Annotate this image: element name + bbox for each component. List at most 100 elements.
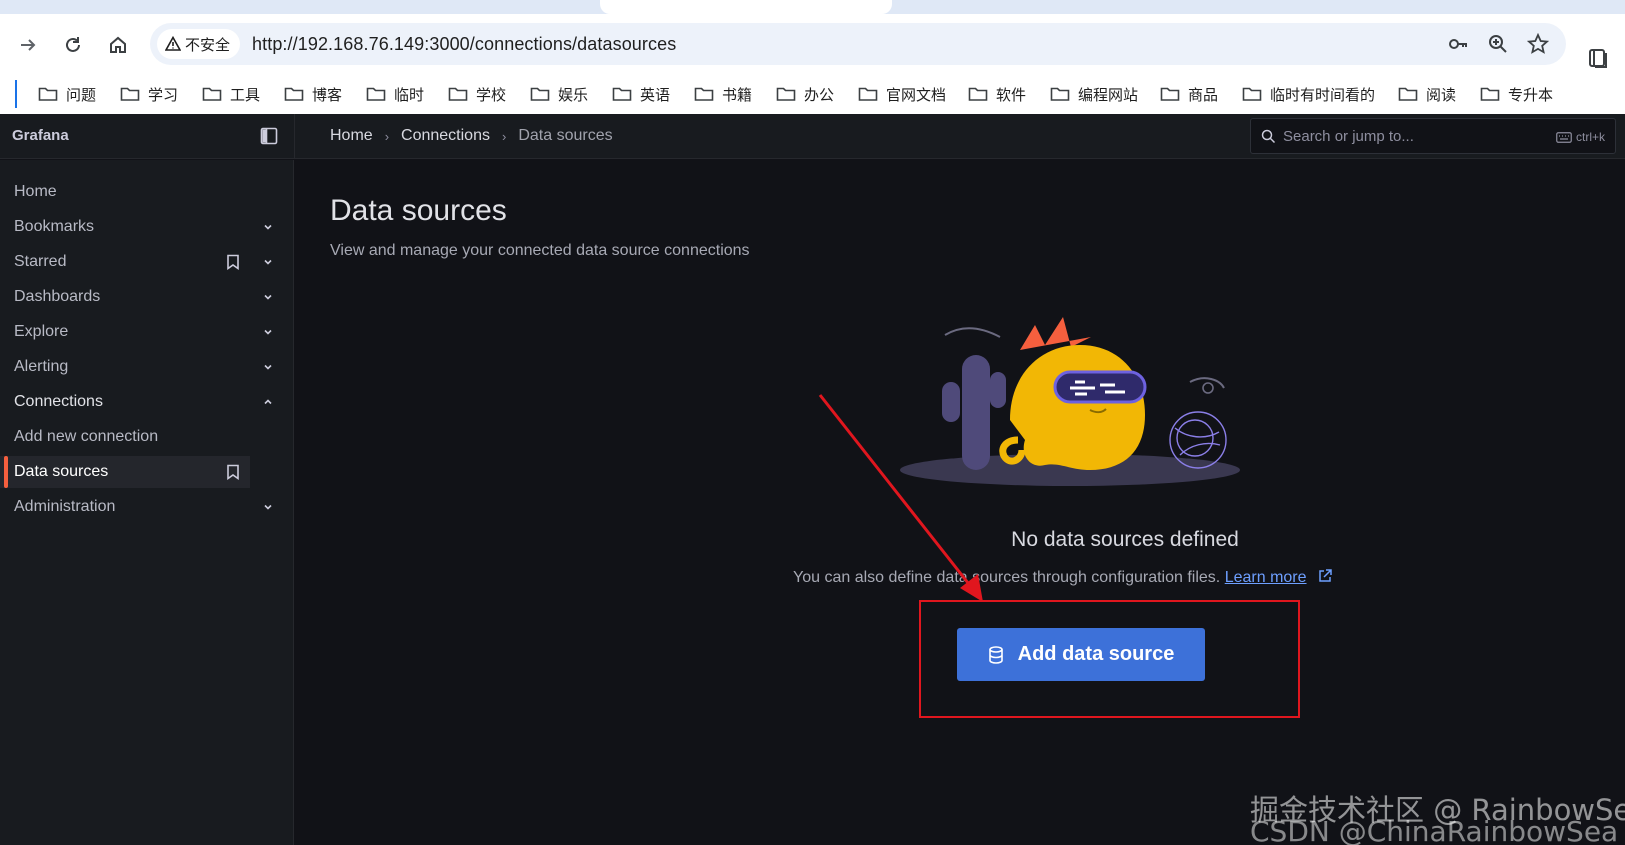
- breadcrumb-home[interactable]: Home: [330, 127, 373, 145]
- grafana-topbar: Grafana Home › Connections › Data source…: [0, 114, 1625, 159]
- chevron-down-icon[interactable]: [262, 326, 274, 338]
- sidebar: Home Bookmarks Starred Dashboards Explor…: [0, 160, 294, 845]
- bookmark-folder[interactable]: 软件: [968, 82, 1026, 106]
- sidebar-item-administration[interactable]: Administration: [0, 491, 272, 523]
- sidebar-item-label: Alerting: [14, 358, 69, 375]
- keyboard-icon: [1556, 131, 1572, 143]
- sidebar-item-home[interactable]: Home: [0, 176, 250, 208]
- annotation-highlight-box: [919, 600, 1300, 718]
- bookmark-folder[interactable]: 商品: [1160, 82, 1218, 106]
- password-key-icon[interactable]: [1446, 32, 1470, 56]
- page-subtitle: View and manage your connected data sour…: [330, 242, 750, 259]
- folder-icon: [366, 87, 386, 101]
- folder-icon: [1398, 87, 1418, 101]
- sidebar-item-dashboards[interactable]: Dashboards: [0, 281, 272, 313]
- bookmark-folder[interactable]: 编程网站: [1050, 82, 1138, 106]
- folder-icon: [448, 87, 468, 101]
- brand-name[interactable]: Grafana: [12, 127, 69, 144]
- page-title: Data sources: [330, 194, 507, 227]
- folder-icon: [120, 87, 140, 101]
- sidebar-item-label: Starred: [14, 253, 67, 270]
- bookmark-label: 问题: [66, 86, 97, 104]
- folder-icon: [38, 87, 58, 101]
- sidebar-item-explore[interactable]: Explore: [0, 316, 272, 348]
- breadcrumb-separator-icon: ›: [501, 128, 507, 144]
- bookmark-folder[interactable]: 临时: [366, 82, 424, 106]
- bookmark-label: 专升本: [1508, 86, 1554, 104]
- bookmark-icon[interactable]: [226, 464, 240, 480]
- sidebar-item-label: Add new connection: [14, 428, 159, 445]
- empty-state-illustration: [900, 317, 1240, 486]
- search-shortcut: ctrl+k: [1556, 130, 1605, 144]
- bookmark-label: 阅读: [1426, 86, 1457, 104]
- home-icon[interactable]: [103, 30, 133, 60]
- grafana-app: Grafana Home › Connections › Data source…: [0, 114, 1625, 845]
- folder-icon: [1160, 87, 1180, 101]
- sidebar-item-bookmarks[interactable]: Bookmarks: [0, 211, 272, 243]
- bookmark-icon[interactable]: [226, 254, 240, 270]
- bookmark-label: 博客: [312, 86, 343, 104]
- bookmark-folder[interactable]: 办公: [776, 82, 834, 106]
- sidebar-item-starred[interactable]: Starred: [0, 246, 272, 278]
- search-placeholder: Search or jump to...: [1283, 128, 1414, 145]
- watermark-csdn: CSDN @ChinaRainbowSea: [1250, 815, 1619, 845]
- bookmark-label: 临时: [394, 86, 425, 104]
- bookmark-folder[interactable]: 书籍: [694, 82, 752, 106]
- folder-icon: [1480, 87, 1500, 101]
- bookmark-folder[interactable]: 问题: [38, 82, 96, 106]
- sidebar-item-label: Bookmarks: [14, 218, 95, 235]
- bookmark-star-icon[interactable]: [1526, 32, 1550, 56]
- security-chip[interactable]: 不安全: [157, 29, 241, 59]
- warning-icon: [165, 36, 181, 51]
- chevron-down-icon[interactable]: [262, 501, 274, 513]
- bookmark-folder[interactable]: 临时有时间看的: [1242, 82, 1375, 106]
- bookmark-folder[interactable]: 学习: [120, 82, 178, 106]
- sidebar-item-alerting[interactable]: Alerting: [0, 351, 272, 383]
- breadcrumb-connections[interactable]: Connections: [401, 127, 490, 145]
- bookmark-label: 工具: [230, 86, 261, 104]
- address-bar[interactable]: 不安全 http://192.168.76.149:3000/connectio…: [150, 23, 1566, 65]
- bookmark-folder[interactable]: 官网文档: [858, 82, 946, 106]
- sidebar-item-label: Data sources: [14, 463, 109, 480]
- bookmark-label: 编程网站: [1078, 86, 1139, 104]
- bookmark-folder[interactable]: 学校: [448, 82, 506, 106]
- breadcrumb-separator-icon: ›: [384, 128, 390, 144]
- main-content: Data sources View and manage your connec…: [295, 160, 1625, 845]
- bookmark-folder[interactable]: 阅读: [1398, 82, 1456, 106]
- search-input[interactable]: Search or jump to... ctrl+k: [1250, 118, 1616, 154]
- sidebar-item-connections[interactable]: Connections: [0, 386, 272, 418]
- browser-active-tab[interactable]: [600, 0, 892, 14]
- bookmark-folder[interactable]: 工具: [202, 82, 260, 106]
- chevron-down-icon[interactable]: [262, 221, 274, 233]
- bookmark-folder[interactable]: 英语: [612, 82, 670, 106]
- chevron-down-icon[interactable]: [262, 361, 274, 373]
- folder-icon: [968, 87, 988, 101]
- url-text[interactable]: http://192.168.76.149:3000/connections/d…: [252, 34, 676, 55]
- topbar-divider: [294, 114, 295, 159]
- bookmark-folder[interactable]: 专升本: [1480, 82, 1553, 106]
- browser-tab-strip: [0, 0, 1625, 14]
- search-shortcut-text: ctrl+k: [1575, 130, 1605, 144]
- dock-menu-icon[interactable]: [260, 127, 278, 145]
- chevron-down-icon[interactable]: [262, 256, 274, 268]
- bookmark-label: 学习: [148, 86, 179, 104]
- bookmark-folder[interactable]: 娱乐: [530, 82, 588, 106]
- sidebar-item-label: Dashboards: [14, 288, 101, 305]
- bookmark-folder[interactable]: 博客: [284, 82, 342, 106]
- learn-more-link[interactable]: Learn more: [1225, 569, 1307, 586]
- sidebar-item-data-sources[interactable]: Data sources: [0, 456, 250, 488]
- chevron-down-icon[interactable]: [262, 291, 274, 303]
- side-panel-icon[interactable]: [1584, 44, 1612, 72]
- empty-state-description: You can also define data sources through…: [793, 569, 1221, 586]
- chevron-up-icon[interactable]: [262, 396, 274, 408]
- browser-toolbar: 不安全 http://192.168.76.149:3000/connectio…: [0, 14, 1625, 74]
- zoom-icon[interactable]: [1486, 32, 1510, 56]
- bookmark-label: 临时有时间看的: [1270, 86, 1376, 104]
- external-link-icon[interactable]: [1317, 568, 1333, 584]
- reload-icon[interactable]: [58, 30, 88, 60]
- sidebar-item-label: Explore: [14, 323, 69, 340]
- sidebar-item-add-new-connection[interactable]: Add new connection: [0, 421, 250, 453]
- forward-icon[interactable]: [13, 30, 43, 60]
- folder-icon: [612, 87, 632, 101]
- empty-state-title: No data sources defined: [1011, 528, 1239, 551]
